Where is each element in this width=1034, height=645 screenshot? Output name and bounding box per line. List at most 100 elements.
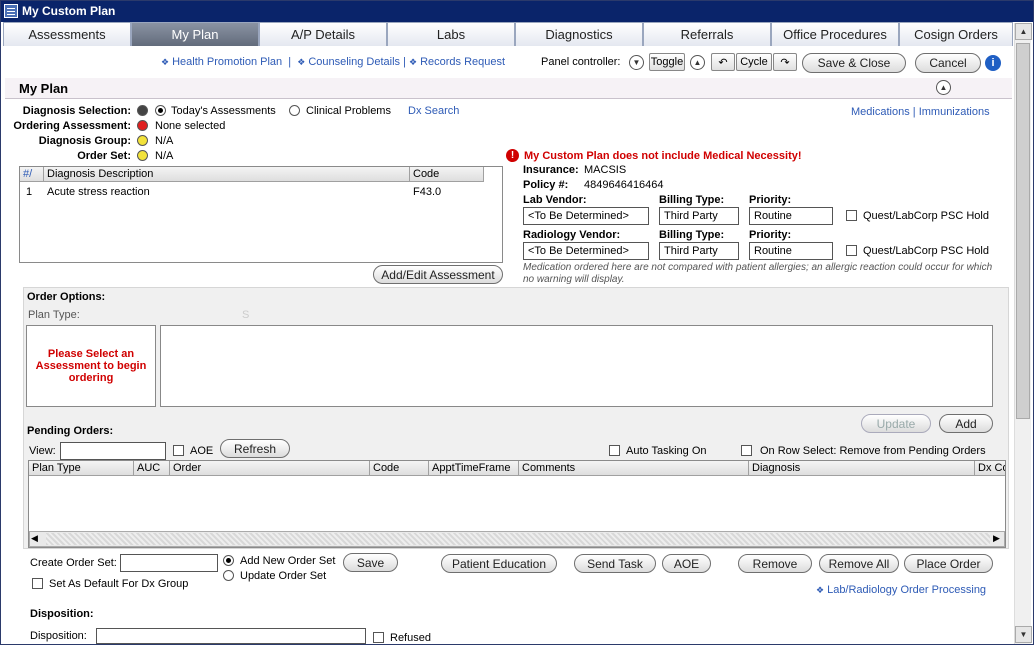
view-field[interactable] — [60, 442, 166, 460]
psc-hold-checkbox[interactable] — [846, 210, 857, 221]
add-new-order-set-label: Add New Order Set — [240, 555, 336, 567]
grid-header[interactable]: Diagnosis — [749, 461, 975, 476]
add-edit-assessment-button[interactable]: Add/Edit Assessment — [373, 265, 503, 284]
grid-header[interactable]: AUC — [134, 461, 170, 476]
grid-header[interactable]: Comments — [519, 461, 749, 476]
grid-header[interactable]: Code — [410, 167, 484, 182]
create-order-set-field[interactable] — [120, 554, 218, 572]
auto-tasking-checkbox[interactable] — [609, 445, 620, 456]
scroll-up-icon[interactable]: ▲ — [1015, 23, 1032, 40]
panel-controller-label: Panel controller: — [541, 56, 621, 68]
remove-button[interactable]: Remove — [738, 554, 812, 573]
grid-header[interactable]: Plan Type — [29, 461, 134, 476]
diamond-icon: ❖ — [161, 57, 170, 67]
toggle-button[interactable]: Toggle — [649, 53, 685, 71]
clinical-problems-radio[interactable] — [289, 105, 300, 116]
scroll-left-icon[interactable]: ◀ — [31, 533, 38, 544]
grid-header[interactable]: ApptTimeFrame — [429, 461, 519, 476]
todays-assessments-radio[interactable] — [155, 105, 166, 116]
radiology-priority-field[interactable]: Routine — [749, 242, 833, 260]
chevron-up-icon[interactable]: ▲ — [690, 55, 705, 70]
grid-header[interactable]: #/ — [20, 167, 44, 182]
save-order-set-button[interactable]: Save — [343, 553, 398, 572]
lab-radiology-processing-link[interactable]: Lab/Radiology Order Processing — [827, 584, 986, 596]
radiology-psc-hold-checkbox[interactable] — [846, 245, 857, 256]
records-request-link[interactable]: Records Request — [420, 56, 505, 68]
lab-vendor-field[interactable]: <To Be Determined> — [523, 207, 649, 225]
chevron-down-icon[interactable]: ▼ — [629, 55, 644, 70]
row-number: 1 — [26, 186, 33, 198]
disposition-label: Disposition: — [30, 630, 87, 642]
order-options-panel: Order Options: Plan Type: S Please Selec… — [23, 287, 1009, 549]
tab-cosign-orders[interactable]: Cosign Orders — [899, 22, 1013, 46]
cancel-button[interactable]: Cancel — [915, 53, 981, 73]
tab-diagnostics[interactable]: Diagnostics — [515, 22, 643, 46]
radiology-billing-field[interactable]: Third Party — [659, 242, 739, 260]
app-icon — [4, 4, 18, 18]
vertical-scrollbar[interactable]: ▲ ▼ — [1014, 23, 1032, 644]
grid-header[interactable]: Code — [370, 461, 429, 476]
tab-labs[interactable]: Labs — [387, 22, 515, 46]
redo-icon[interactable]: ↷ — [773, 53, 797, 71]
view-label: View: — [29, 445, 56, 457]
radiology-vendor-field[interactable]: <To Be Determined> — [523, 242, 649, 260]
collapse-up-icon[interactable]: ▲ — [936, 80, 951, 95]
medications-link[interactable]: Medications — [851, 106, 910, 118]
cycle-button[interactable]: Cycle — [736, 53, 772, 71]
todays-assessments-label: Today's Assessments — [171, 105, 276, 117]
set-default-checkbox[interactable] — [32, 578, 43, 589]
priority-field[interactable]: Routine — [749, 207, 833, 225]
grid-header[interactable]: Order — [170, 461, 370, 476]
update-button[interactable]: Update — [861, 414, 931, 433]
remove-all-button[interactable]: Remove All — [819, 554, 899, 573]
window-title: My Custom Plan — [22, 4, 116, 18]
diagnosis-grid[interactable]: #/ Diagnosis Description Code 1 Acute st… — [19, 166, 503, 263]
tab-office-procedures[interactable]: Office Procedures — [771, 22, 899, 46]
immunizations-link[interactable]: Immunizations — [919, 106, 990, 118]
plan-type-label: Plan Type: — [28, 309, 80, 321]
toolbar-links: ❖ Health Promotion Plan | ❖ Counseling Det… — [161, 56, 506, 68]
scroll-right-icon[interactable]: ▶ — [993, 533, 1000, 544]
tab-my-plan[interactable]: My Plan — [131, 22, 259, 46]
add-new-order-set-radio[interactable] — [223, 555, 234, 566]
counseling-details-link[interactable]: Counseling Details — [308, 56, 400, 68]
on-row-select-checkbox[interactable] — [741, 445, 752, 456]
save-close-button[interactable]: Save & Close — [802, 53, 906, 73]
scroll-track[interactable] — [46, 533, 990, 545]
undo-icon[interactable]: ↶ — [711, 53, 735, 71]
pending-orders-grid[interactable]: Plan Type AUC Order Code ApptTimeFrame C… — [28, 460, 1006, 548]
patient-education-button[interactable]: Patient Education — [441, 554, 557, 573]
order-options-list[interactable] — [160, 325, 993, 407]
add-button[interactable]: Add — [939, 414, 993, 433]
tab-assessments[interactable]: Assessments — [3, 22, 131, 46]
refused-checkbox[interactable] — [373, 632, 384, 643]
aoe-checkbox[interactable] — [173, 445, 184, 456]
auto-tasking-label: Auto Tasking On — [626, 445, 707, 457]
diagnosis-selection-label: Diagnosis Selection: — [22, 105, 131, 117]
send-task-button[interactable]: Send Task — [574, 554, 656, 573]
billing-type-field[interactable]: Third Party — [659, 207, 739, 225]
place-order-button[interactable]: Place Order — [904, 554, 993, 573]
grid-header[interactable]: Dx Co — [975, 461, 1005, 476]
update-order-set-radio[interactable] — [223, 570, 234, 581]
pending-orders-title: Pending Orders: — [27, 425, 114, 437]
grid-header[interactable]: Diagnosis Description — [44, 167, 410, 182]
horizontal-scrollbar[interactable]: ◀ ▶ — [29, 531, 1005, 547]
aoe-button[interactable]: AOE — [662, 554, 711, 573]
psc-hold-label: Quest/LabCorp PSC Hold — [863, 210, 989, 222]
section-title: My Plan — [19, 81, 69, 96]
health-promotion-link[interactable]: Health Promotion Plan — [172, 56, 282, 68]
billing-type-label: Billing Type: — [659, 229, 725, 241]
dx-search-link[interactable]: Dx Search — [408, 105, 459, 117]
tab-ap-details[interactable]: A/P Details — [259, 22, 387, 46]
tab-referrals[interactable]: Referrals — [643, 22, 771, 46]
scroll-thumb[interactable] — [1016, 43, 1030, 419]
disposition-field[interactable] — [96, 628, 366, 644]
create-order-set-label: Create Order Set: — [30, 557, 117, 569]
status-dot-icon — [137, 105, 148, 116]
refresh-button[interactable]: Refresh — [220, 439, 290, 458]
scroll-down-icon[interactable]: ▼ — [1015, 626, 1032, 643]
order-options-title: Order Options: — [27, 291, 106, 303]
info-icon[interactable]: i — [985, 55, 1001, 71]
radiology-vendor-label: Radiology Vendor: — [523, 229, 621, 241]
